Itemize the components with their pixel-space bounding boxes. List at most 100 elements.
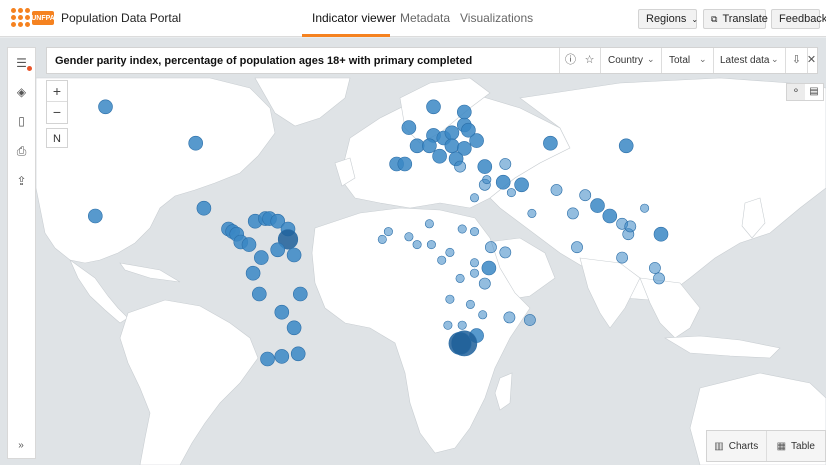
data-bubble[interactable] [653, 272, 665, 285]
tab-visualizations[interactable]: Visualizations [460, 11, 533, 25]
zoom-in-button[interactable]: + [47, 81, 67, 102]
data-bubble[interactable] [457, 320, 467, 330]
data-bubble[interactable] [478, 277, 491, 290]
data-bubble[interactable] [196, 200, 212, 216]
data-bubble[interactable] [426, 240, 436, 250]
data-bubble[interactable] [445, 247, 455, 257]
data-bubble[interactable] [245, 265, 261, 281]
map-canvas[interactable] [0, 38, 826, 465]
data-bubble[interactable] [424, 219, 434, 229]
data-bubble[interactable] [461, 122, 476, 138]
data-bubble[interactable] [455, 273, 465, 283]
close-icon[interactable]: ✕ [804, 53, 819, 68]
info-icon[interactable]: ⓘ [563, 53, 578, 68]
compass-button[interactable]: N [46, 128, 68, 148]
data-bubble[interactable] [409, 138, 425, 154]
chevron-down-icon[interactable]: ⌄ [647, 54, 655, 65]
latest-data-select[interactable]: Latest data [720, 55, 769, 66]
data-bubble[interactable] [98, 99, 113, 115]
data-bubble[interactable] [377, 234, 387, 244]
data-bubble[interactable] [274, 304, 290, 320]
country-select[interactable]: Country [608, 55, 643, 66]
data-bubble[interactable] [251, 286, 267, 302]
tab-indicator-viewer[interactable]: Indicator viewer [312, 11, 396, 25]
data-bubble[interactable] [649, 262, 661, 274]
data-bubble[interactable] [477, 159, 493, 174]
data-bubble[interactable] [290, 346, 306, 362]
unfpa-logo[interactable]: UNFPA [10, 7, 55, 29]
print-icon[interactable]: ⎙ [14, 144, 29, 159]
portal-title[interactable]: Population Data Portal [61, 11, 181, 25]
data-bubble[interactable] [456, 104, 472, 120]
chevron-down-icon[interactable]: ⌄ [699, 54, 707, 65]
layers-icon[interactable]: ◈ [14, 85, 29, 100]
data-bubble[interactable] [506, 188, 516, 198]
data-bubble[interactable] [469, 258, 479, 268]
data-bubble[interactable] [445, 294, 455, 304]
table-button[interactable]: ▦ Table [765, 431, 826, 461]
bookmark-icon[interactable]: ▯ [14, 114, 29, 129]
data-bubble[interactable] [499, 246, 512, 259]
data-bubble[interactable] [618, 138, 634, 154]
data-bubble[interactable] [454, 160, 466, 173]
data-bubble[interactable] [88, 208, 103, 224]
data-bubble[interactable] [432, 148, 447, 164]
bubble-view-icon[interactable]: ⚬ [787, 84, 805, 100]
data-bubble[interactable] [495, 174, 511, 190]
data-bubble[interactable] [624, 220, 637, 233]
export-icon[interactable]: ⇪ [14, 174, 29, 189]
data-bubble[interactable] [241, 237, 257, 252]
data-bubble[interactable] [640, 203, 650, 213]
data-bubble[interactable] [422, 138, 437, 154]
data-bubble[interactable] [571, 241, 583, 254]
expand-toolbar-button[interactable]: » [8, 440, 34, 454]
data-bubble[interactable] [444, 138, 460, 154]
zoom-out-button[interactable]: − [47, 102, 67, 123]
data-bubble[interactable] [567, 207, 579, 220]
data-bubble[interactable] [270, 242, 286, 258]
translate-button[interactable]: ⧉ Translate [703, 9, 768, 29]
data-bubble[interactable] [527, 208, 537, 218]
data-bubble[interactable] [457, 224, 467, 234]
legend-icon[interactable]: ▤ [805, 84, 823, 100]
data-bubble[interactable] [444, 125, 460, 141]
data-bubble[interactable] [397, 156, 413, 172]
data-bubble[interactable] [253, 250, 269, 265]
data-bubble[interactable] [481, 260, 497, 276]
data-bubble[interactable] [260, 351, 275, 367]
charts-button[interactable]: ▥ Charts [707, 431, 766, 461]
data-bubble[interactable] [514, 177, 529, 193]
data-bubble[interactable] [437, 255, 447, 265]
data-bubble[interactable] [602, 208, 618, 224]
data-bubble[interactable] [469, 193, 479, 203]
feedback-button[interactable]: Feedback [771, 9, 826, 29]
data-bubble[interactable] [478, 310, 488, 320]
data-bubble[interactable] [412, 240, 422, 250]
data-bubble[interactable] [524, 314, 536, 326]
data-bubble[interactable] [543, 135, 558, 151]
data-bubble[interactable] [590, 198, 605, 213]
regions-button[interactable]: Regions ⌄ [638, 9, 698, 29]
data-bubble[interactable] [286, 320, 302, 336]
data-bubble[interactable] [443, 320, 453, 330]
data-bubble[interactable] [274, 349, 290, 364]
data-bubble[interactable] [426, 99, 441, 115]
data-bubble[interactable] [401, 120, 417, 135]
chevron-down-icon[interactable]: ⌄ [771, 54, 779, 65]
data-bubble[interactable] [579, 189, 592, 202]
download-icon[interactable]: ⇩ [789, 53, 804, 68]
data-bubble[interactable] [503, 311, 516, 324]
data-bubble[interactable] [484, 241, 497, 254]
star-icon[interactable]: ☆ [582, 53, 597, 68]
data-bubble[interactable] [448, 331, 472, 355]
data-bubble[interactable] [469, 227, 479, 237]
world-map[interactable] [0, 38, 826, 465]
data-bubble[interactable] [616, 251, 628, 264]
data-bubble[interactable] [550, 184, 563, 196]
data-bubble[interactable] [482, 175, 492, 185]
data-bubble[interactable] [465, 299, 475, 309]
total-select[interactable]: Total [669, 55, 690, 66]
data-bubble[interactable] [469, 268, 479, 278]
data-bubble[interactable] [188, 135, 203, 151]
data-bubble[interactable] [292, 286, 308, 302]
